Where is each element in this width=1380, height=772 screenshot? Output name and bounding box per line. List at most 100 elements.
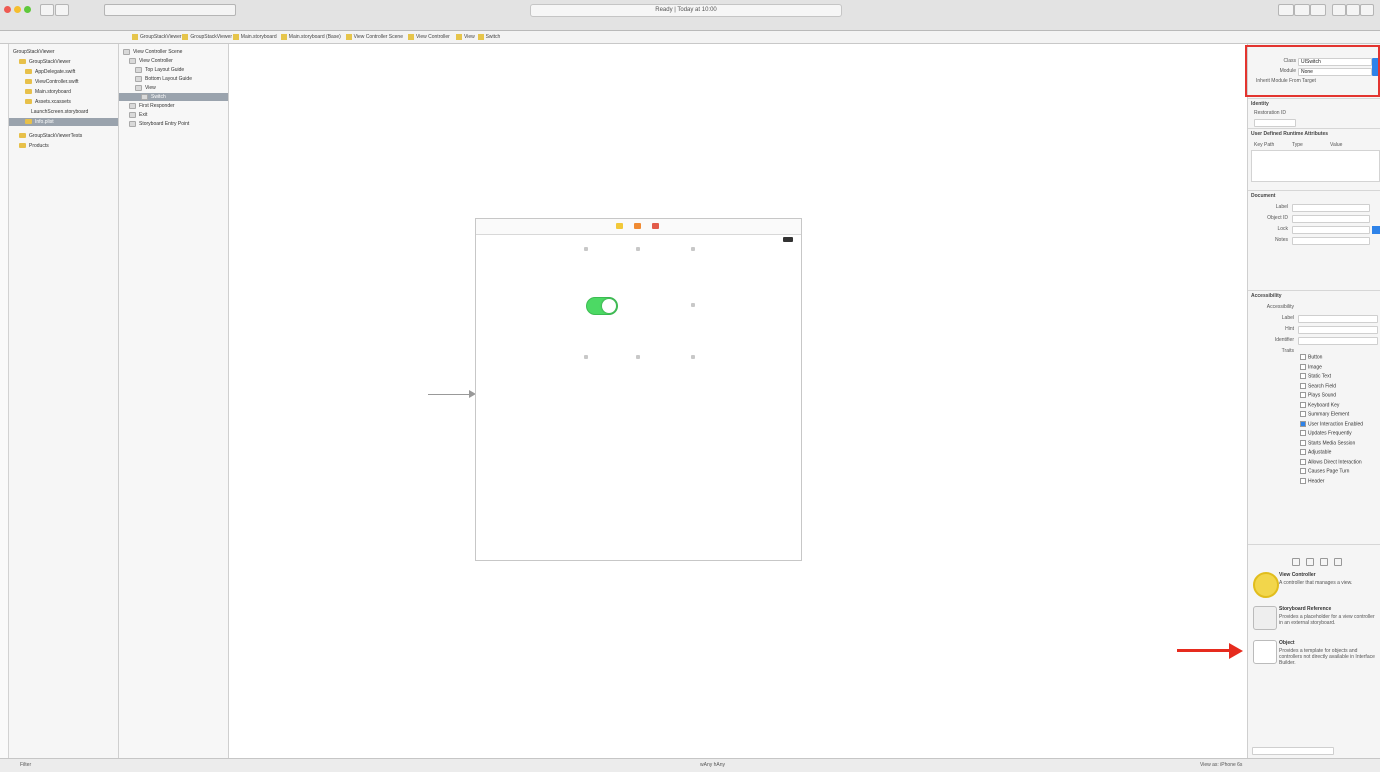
color-swatch[interactable] xyxy=(1372,226,1380,234)
first-responder-icon[interactable] xyxy=(634,223,641,229)
library-item[interactable]: Storyboard Reference Provides a placehold… xyxy=(1251,604,1379,636)
outline-item[interactable]: Top Layout Guide xyxy=(119,66,228,74)
view-controller-icon[interactable] xyxy=(616,223,623,229)
library-item[interactable]: View Controller A controller that manages… xyxy=(1251,570,1379,602)
navigator-item[interactable]: Main.storyboard xyxy=(9,88,118,96)
exit-icon[interactable] xyxy=(652,223,659,229)
document-row-field[interactable] xyxy=(1292,204,1370,212)
trait-checkbox[interactable]: Image xyxy=(1300,363,1322,371)
navigator-item[interactable]: GroupStackViewer xyxy=(9,58,118,66)
trait-checkbox[interactable]: Button xyxy=(1300,354,1322,361)
trait-checkbox[interactable]: User Interaction Enabled xyxy=(1300,420,1364,428)
runtime-attributes-title: User Defined Runtime Attributes xyxy=(1251,131,1329,137)
breadcrumb-label: GroupStackViewer xyxy=(190,34,232,40)
trait-checkbox[interactable]: Causes Page Turn xyxy=(1300,468,1349,475)
size-class-button[interactable]: wAny hAny xyxy=(700,762,725,769)
editor-version-button[interactable] xyxy=(1310,4,1326,16)
trait-checkbox[interactable]: Keyboard Key xyxy=(1300,401,1339,409)
navigator-filter-field[interactable]: Filter xyxy=(20,762,31,769)
trait-checkbox[interactable]: Static Text xyxy=(1300,373,1331,380)
trait-checkbox[interactable]: Search Field xyxy=(1300,382,1337,390)
breadcrumb-label: Switch xyxy=(485,34,501,40)
editor-standard-button[interactable] xyxy=(1278,4,1294,16)
switch-control[interactable] xyxy=(586,297,618,315)
annotation-arrowhead xyxy=(1229,643,1243,659)
breadcrumb-item[interactable]: Main.storyboard xyxy=(232,33,277,41)
accessibility-field[interactable] xyxy=(1298,326,1378,334)
view-controller-scene[interactable] xyxy=(475,218,802,561)
view-as-button[interactable]: View as: iPhone 6s xyxy=(1200,762,1242,769)
folder-icon xyxy=(25,99,32,105)
outline-item[interactable]: Bottom Layout Guide xyxy=(119,75,228,83)
file-template-icon[interactable] xyxy=(1292,558,1300,566)
breadcrumb-item[interactable]: View Controller Scene xyxy=(345,33,403,41)
run-button[interactable] xyxy=(40,4,54,16)
navigator-item[interactable]: AppDelegate.swift xyxy=(9,68,118,76)
trait-label: Search Field xyxy=(1308,382,1337,389)
accessibility-field[interactable] xyxy=(1298,337,1378,345)
outline-item[interactable]: View Controller Scene xyxy=(119,48,228,56)
document-row-field[interactable] xyxy=(1292,226,1370,234)
close-window-button[interactable] xyxy=(4,6,11,13)
breadcrumb-item[interactable]: Switch xyxy=(477,33,501,41)
breadcrumb-item[interactable]: Main.storyboard (Base) xyxy=(280,33,341,41)
section-divider xyxy=(1248,98,1380,99)
media-library-icon[interactable] xyxy=(1334,558,1342,566)
breadcrumb-label: Main.storyboard (Base) xyxy=(288,34,341,40)
breadcrumb-label: View xyxy=(464,34,475,40)
restoration-id-label: Restoration ID xyxy=(1254,110,1286,116)
zoom-window-button[interactable] xyxy=(24,6,31,13)
breadcrumb-label: GroupStackViewer xyxy=(140,34,182,40)
library-filter-field[interactable] xyxy=(1252,747,1334,755)
library-item-title: Storyboard Reference xyxy=(1279,606,1332,612)
toggle-navigator-button[interactable] xyxy=(1332,4,1346,16)
outline-item[interactable]: View xyxy=(119,84,228,92)
object-library-icon[interactable] xyxy=(1320,558,1328,566)
folder-icon xyxy=(19,143,26,149)
constraint-marker xyxy=(584,247,588,251)
trait-checkbox[interactable]: Starts Media Session xyxy=(1300,439,1355,447)
breadcrumb-item[interactable]: View Controller xyxy=(408,33,450,41)
outline-item[interactable]: Exit xyxy=(119,111,228,119)
trait-checkbox[interactable]: Header xyxy=(1300,477,1324,485)
stop-button[interactable] xyxy=(55,4,69,16)
navigator-item[interactable]: LaunchScreen.storyboard xyxy=(9,108,118,116)
accessibility-row-label: Hint xyxy=(1285,326,1294,332)
navigator-item[interactable]: ViewController.swift xyxy=(9,78,118,86)
document-row-field[interactable] xyxy=(1292,215,1370,223)
trait-checkbox[interactable]: Summary Element xyxy=(1300,411,1349,418)
trait-checkbox[interactable]: Updates Frequently xyxy=(1300,430,1352,437)
accessibility-section-title: Accessibility xyxy=(1251,293,1282,299)
navigator-item[interactable]: Products xyxy=(9,142,118,150)
navigator-item[interactable]: Assets.xcassets xyxy=(9,98,118,106)
toggle-debug-button[interactable] xyxy=(1346,4,1360,16)
outline-item[interactable]: Storyboard Entry Point xyxy=(119,120,228,128)
document-row-field[interactable] xyxy=(1292,237,1370,245)
outline-item[interactable]: View Controller xyxy=(119,57,228,65)
scene-object-icon xyxy=(135,84,142,91)
outline-item[interactable]: First Responder xyxy=(119,102,228,110)
trait-checkbox[interactable]: Adjustable xyxy=(1300,449,1331,456)
trait-checkbox[interactable]: Allows Direct Interaction xyxy=(1300,458,1362,466)
trait-checkbox[interactable]: Plays Sound xyxy=(1300,392,1336,399)
trait-label: User Interaction Enabled xyxy=(1308,420,1364,427)
library-item[interactable]: Object Provides a template for objects an… xyxy=(1251,638,1379,670)
trait-label: Updates Frequently xyxy=(1308,430,1352,437)
trait-label: Button xyxy=(1308,354,1323,361)
navigator-item[interactable]: Info.plist xyxy=(9,118,118,126)
runtime-attributes-table[interactable] xyxy=(1251,150,1380,182)
minimize-window-button[interactable] xyxy=(14,6,21,13)
scene-object-icon xyxy=(135,66,142,73)
accessibility-field[interactable] xyxy=(1298,315,1378,323)
outline-item[interactable]: Switch xyxy=(119,93,228,101)
scheme-selector[interactable] xyxy=(104,4,236,16)
breadcrumb-item[interactable]: GroupStackViewer xyxy=(132,33,182,41)
navigator-item[interactable]: GroupStackViewer xyxy=(9,48,118,56)
toggle-inspector-button[interactable] xyxy=(1360,4,1374,16)
breadcrumb-item[interactable]: View xyxy=(456,33,475,41)
navigator-item[interactable]: GroupStackViewerTests xyxy=(9,132,118,140)
restoration-id-field[interactable] xyxy=(1254,119,1296,127)
breadcrumb-item[interactable]: GroupStackViewer xyxy=(182,33,232,41)
code-snippet-icon[interactable] xyxy=(1306,558,1314,566)
editor-assistant-button[interactable] xyxy=(1294,4,1310,16)
